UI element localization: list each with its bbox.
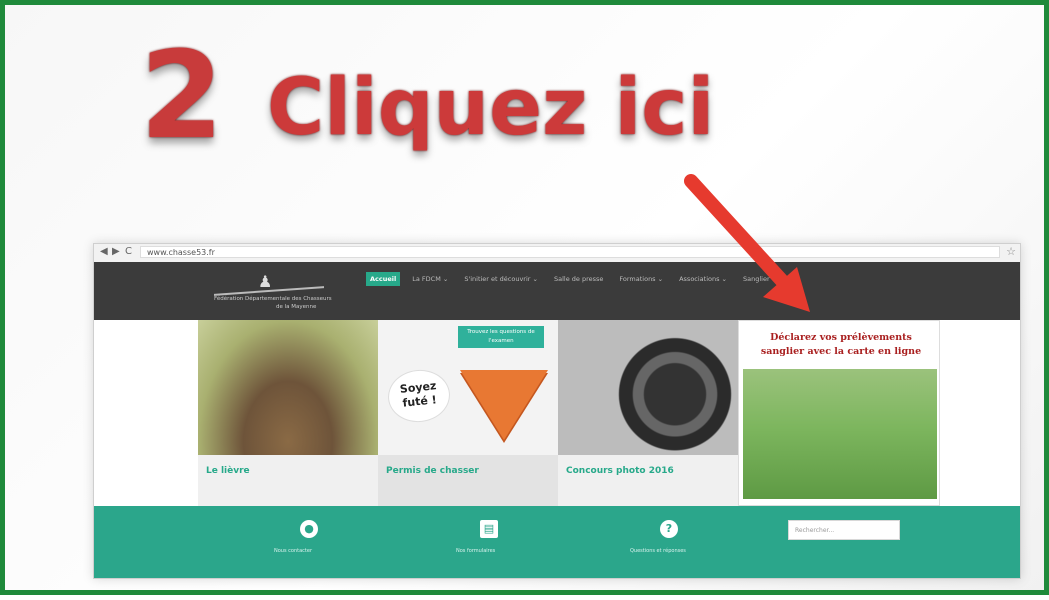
menu-item-presse[interactable]: Salle de presse: [550, 272, 607, 286]
help-icon[interactable]: ?: [660, 520, 678, 538]
tile-permis[interactable]: Trouvez les questions de l'examen Soyez …: [378, 320, 558, 506]
footer-band: ● Nous contacter ▤ Nos formulaires ? Que…: [94, 506, 1020, 578]
hare-image: [198, 320, 378, 455]
main-menu: Accueil La FDCM ⌄ S'initier et découvrir…: [366, 272, 781, 286]
menu-item-sanglier[interactable]: Sanglier ⌄: [739, 272, 781, 286]
document-icon[interactable]: ▤: [480, 520, 498, 538]
menu-item-fdcm[interactable]: La FDCM ⌄: [408, 272, 452, 286]
browser-toolbar: ◀ ▶ C www.chasse53.fr ☆: [94, 244, 1020, 263]
step-number: 2: [140, 27, 223, 166]
bookmark-star-icon[interactable]: ☆: [1006, 245, 1016, 258]
address-bar[interactable]: www.chasse53.fr: [140, 246, 1000, 258]
menu-item-associations[interactable]: Associations ⌄: [675, 272, 731, 286]
site-header: ♟ Fédération Départementale des Chasseur…: [94, 262, 1020, 320]
hunter-logo-icon: ♟: [258, 272, 273, 291]
reload-icon[interactable]: C: [125, 246, 132, 257]
tile-label[interactable]: Permis de chasser: [386, 466, 479, 476]
menu-item-initier[interactable]: S'initier et découvrir ⌄: [460, 272, 542, 286]
back-icon[interactable]: ◀: [100, 246, 108, 257]
browser-window: ◀ ▶ C www.chasse53.fr ☆ ♟ Fédération Dép…: [93, 243, 1021, 579]
speech-bubble: Soyez futé !: [385, 366, 453, 426]
location-pin-icon[interactable]: ●: [300, 520, 318, 538]
footer-caption[interactable]: Questions et réponses: [630, 548, 686, 554]
tile-lievre[interactable]: Le lièvre: [198, 320, 378, 506]
outer-frame: 2 Cliquez ici ◀ ▶ C www.chasse53.fr ☆ ♟ …: [0, 0, 1049, 595]
menu-item-formations[interactable]: Formations ⌄: [615, 272, 667, 286]
footer-caption[interactable]: Nous contacter: [274, 548, 312, 554]
logo-text: Fédération Départementale des Chasseurs: [214, 296, 332, 302]
tile-label[interactable]: Le lièvre: [206, 466, 250, 476]
forward-icon[interactable]: ▶: [112, 246, 120, 257]
sanglier-headline[interactable]: Déclarez vos prélèvements sanglier avec …: [747, 331, 935, 359]
tile-sanglier[interactable]: Déclarez vos prélèvements sanglier avec …: [738, 320, 940, 506]
exam-badge[interactable]: Trouvez les questions de l'examen: [458, 326, 544, 348]
site-logo[interactable]: ♟ Fédération Départementale des Chasseur…: [214, 272, 332, 312]
boar-photo: [743, 369, 937, 499]
step-instruction: Cliquez ici: [267, 63, 715, 153]
menu-item-accueil[interactable]: Accueil: [366, 272, 401, 286]
fox-illustration: [460, 370, 548, 440]
camera-image: [558, 320, 738, 455]
permit-image: Trouvez les questions de l'examen Soyez …: [378, 320, 558, 455]
logo-subtext: de la Mayenne: [276, 304, 317, 310]
featured-tiles: Le lièvre Trouvez les questions de l'exa…: [198, 320, 940, 506]
tile-label[interactable]: Concours photo 2016: [566, 466, 674, 476]
footer-caption[interactable]: Nos formulaires: [456, 548, 495, 554]
search-input[interactable]: Rechercher...: [788, 520, 900, 540]
tile-concours[interactable]: Concours photo 2016: [558, 320, 738, 506]
